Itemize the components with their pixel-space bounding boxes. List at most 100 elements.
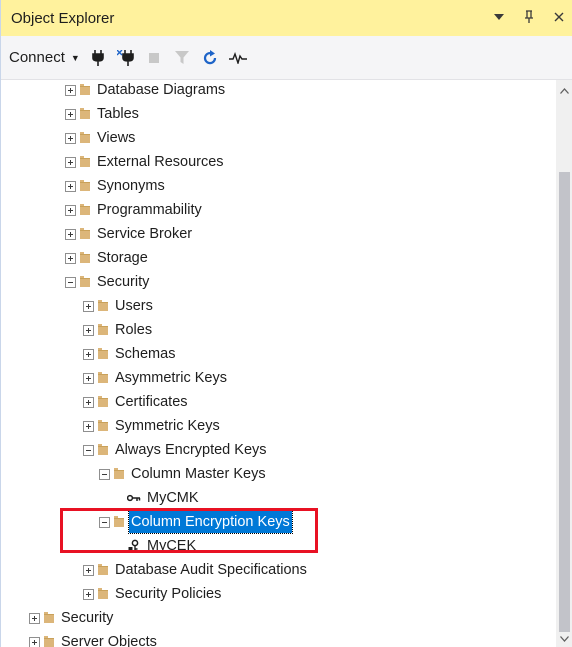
tree-item-label: Security [97,274,150,290]
expand-icon[interactable] [83,348,94,360]
tree-item-synonyms[interactable]: Synonyms [65,174,167,198]
expand-icon[interactable] [83,588,94,600]
expand-icon[interactable] [65,204,76,216]
window-position-dropdown-icon[interactable] [491,8,507,26]
object-explorer-panel: Object Explorer Connect ▼ Database Diagr… [0,0,572,647]
connect-label: Connect [9,49,65,66]
folder-icon [98,443,108,455]
tree-item-schemas[interactable]: Schemas [83,342,177,366]
folder-icon [80,131,90,143]
tree-item-label: MyCMK [147,490,199,506]
tree-item-views[interactable]: Views [65,126,137,150]
tree-item-security-policies[interactable]: Security Policies [83,582,223,606]
folder-icon [98,419,108,431]
folder-icon [98,395,108,407]
tree-item-tables[interactable]: Tables [65,102,141,126]
close-icon[interactable] [551,8,567,26]
expand-icon[interactable] [83,372,94,384]
folder-icon [80,251,90,263]
tree-item-label: Roles [115,322,153,338]
tree-item-storage[interactable]: Storage [65,246,150,270]
expand-icon[interactable] [83,564,94,576]
tree-item-label: Synonyms [97,178,165,194]
tree-item-symmetric-keys[interactable]: Symmetric Keys [83,414,222,438]
encryption-key-icon [126,539,142,553]
expand-icon[interactable] [65,180,76,192]
auto-hide-pin-icon[interactable] [521,8,537,26]
expand-icon[interactable] [83,396,94,408]
tree-item-label: Users [115,298,153,314]
expand-icon[interactable] [83,420,94,432]
tree-item-label: Certificates [115,394,188,410]
folder-icon [80,83,90,95]
filter-icon[interactable] [172,48,192,68]
expand-icon[interactable] [83,300,94,312]
scroll-down-icon[interactable] [556,630,572,647]
expand-icon[interactable] [65,156,76,168]
folder-icon [98,299,108,311]
tree-item-label: Asymmetric Keys [115,370,227,386]
activity-monitor-icon[interactable] [228,48,248,68]
tree-item-asymmetric-keys[interactable]: Asymmetric Keys [83,366,229,390]
tree-item-label: Server Objects [61,634,157,647]
tree-item-label: MyCEK [147,538,197,554]
tree-item-external-resources[interactable]: External Resources [65,150,226,174]
folder-icon [80,227,90,239]
collapse-icon[interactable] [65,276,76,288]
tree-item-mycmk[interactable]: MyCMK [126,486,201,510]
expand-icon[interactable] [29,612,40,624]
tree-item-label: Column Encryption Keys [128,510,293,534]
expand-icon[interactable] [65,252,76,264]
tree-item-always-encrypted-keys[interactable]: Always Encrypted Keys [83,438,269,462]
stop-icon[interactable] [144,48,164,68]
folder-icon [98,563,108,575]
expand-icon[interactable] [65,108,76,120]
tree-item-label: Programmability [97,202,202,218]
expand-icon[interactable] [65,132,76,144]
tree-item-label: Column Master Keys [131,466,266,482]
connect-button[interactable]: Connect ▼ [9,49,80,66]
tree-item-label: Service Broker [97,226,193,242]
tree-item-security[interactable]: Security [65,270,151,294]
expand-icon[interactable] [29,636,40,647]
tree-item-database-audit-specifications[interactable]: Database Audit Specifications [83,558,309,582]
collapse-icon[interactable] [99,468,110,480]
tree-item-label: Symmetric Keys [115,418,220,434]
tree-item-roles[interactable]: Roles [83,318,154,342]
connect-plug-icon[interactable] [88,48,108,68]
folder-icon [80,179,90,191]
tree-item-database-diagrams[interactable]: Database Diagrams [65,80,227,102]
explorer-toolbar: Connect ▼ [1,36,572,80]
tree-item-column-encryption-keys[interactable]: Column Encryption Keys [99,510,293,534]
expand-icon[interactable] [65,84,76,96]
tree-item-label: Security [61,610,114,626]
scroll-up-icon[interactable] [556,82,572,99]
folder-icon [80,275,90,287]
scrollbar-thumb[interactable] [559,172,570,632]
tree-item-mycek[interactable]: MyCEK [126,534,198,558]
folder-icon [114,467,124,479]
tree-item-server-objects[interactable]: Server Objects [29,630,159,647]
folder-icon [80,203,90,215]
collapse-icon[interactable] [99,516,110,528]
tree-item-label: External Resources [97,154,224,170]
tree-item-server-security[interactable]: Security [29,606,115,630]
key-icon [126,491,142,505]
folder-icon [44,611,54,623]
tree-item-label: Database Diagrams [97,82,226,98]
folder-icon [98,371,108,383]
vertical-scrollbar[interactable] [556,80,572,647]
collapse-icon[interactable] [83,444,94,456]
expand-icon[interactable] [83,324,94,336]
disconnect-plug-icon[interactable] [116,48,136,68]
panel-title: Object Explorer [11,9,115,27]
tree-item-service-broker[interactable]: Service Broker [65,222,194,246]
tree-item-users[interactable]: Users [83,294,155,318]
expand-icon[interactable] [65,228,76,240]
tree-item-column-master-keys[interactable]: Column Master Keys [99,462,268,486]
tree-item-certificates[interactable]: Certificates [83,390,190,414]
refresh-icon[interactable] [200,48,220,68]
tree-item-label: Schemas [115,346,176,362]
tree-item-programmability[interactable]: Programmability [65,198,204,222]
panel-title-bar: Object Explorer [1,0,572,36]
